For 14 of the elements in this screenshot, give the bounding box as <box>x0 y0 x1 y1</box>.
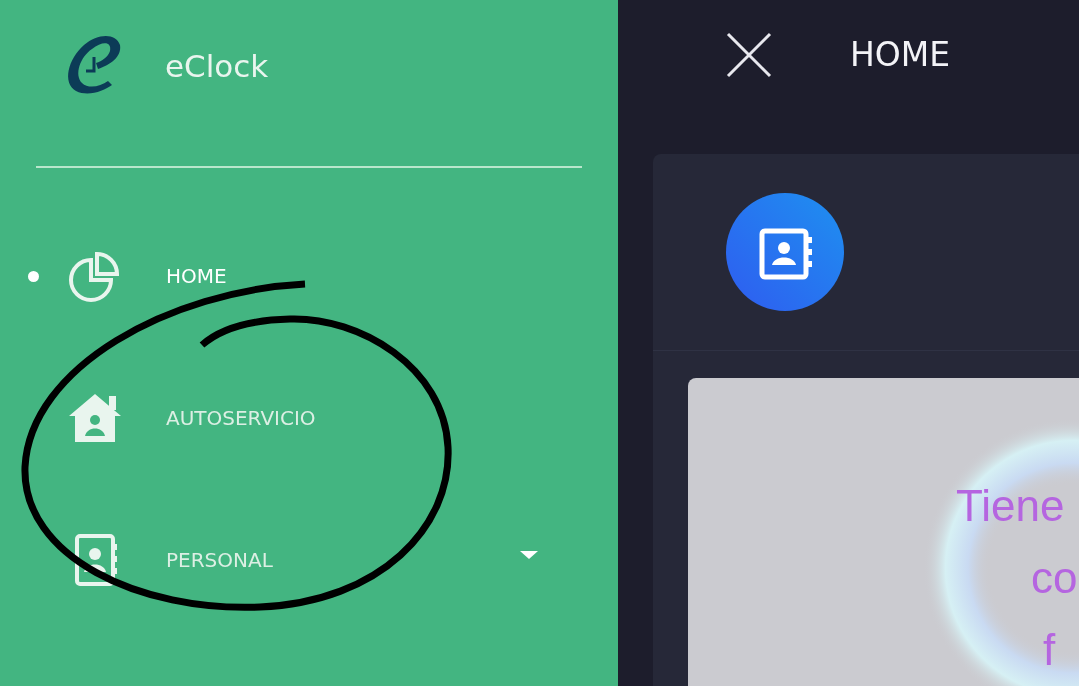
close-icon[interactable] <box>726 32 772 78</box>
card-text: f <box>1043 624 1057 676</box>
active-dot <box>28 270 39 282</box>
menu-item[interactable]: HOME <box>0 205 618 347</box>
menu-item[interactable]: AUTOSERVICIO <box>0 347 618 489</box>
house-person-icon <box>69 392 121 444</box>
contact-book-icon[interactable] <box>726 193 844 311</box>
pie-chart-icon <box>69 250 121 302</box>
page-title: HOME <box>850 34 951 76</box>
app-name: eClock <box>165 48 269 84</box>
caret-icon[interactable] <box>520 551 538 559</box>
menu-item[interactable]: PERSONAL <box>0 489 618 631</box>
card-text: Tiene <box>956 480 1066 532</box>
card-text: co <box>1031 552 1079 604</box>
